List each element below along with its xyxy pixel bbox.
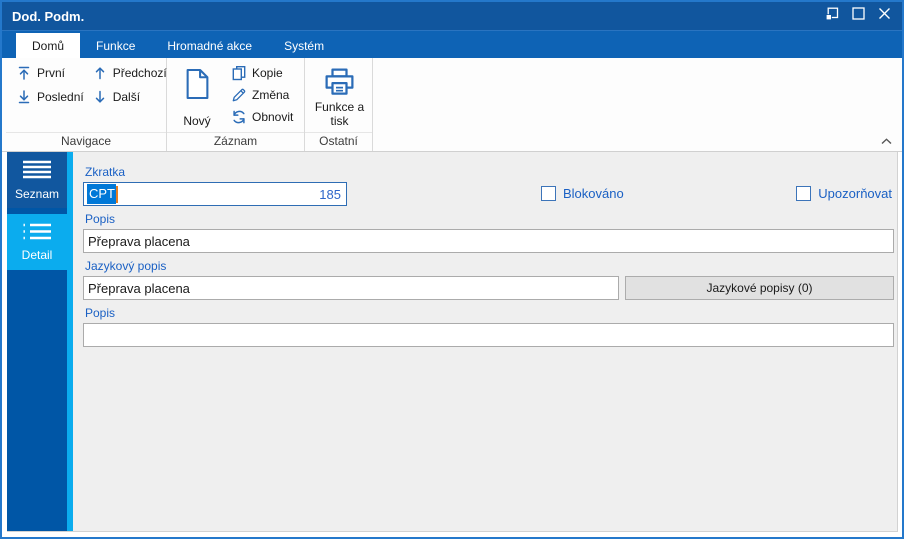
checkbox-box[interactable] xyxy=(541,186,556,201)
popis2-input[interactable] xyxy=(83,323,894,347)
checkbox-label: Upozorňovat xyxy=(818,186,892,201)
copy-record-button[interactable]: Kopie xyxy=(227,63,297,83)
next-record-button[interactable]: Další xyxy=(88,87,171,107)
popis-label: Popis xyxy=(85,212,116,226)
popis2-label: Popis xyxy=(85,306,116,320)
jazykove-popisy-button[interactable]: Jazykové popisy (0) xyxy=(625,276,894,300)
jazykovy-popis-label: Jazykový popis xyxy=(85,259,167,273)
arrow-bar-down-icon xyxy=(16,89,32,105)
sidebar-item-label: Seznam xyxy=(14,186,60,201)
zkratka-label: Zkratka xyxy=(85,165,126,179)
chevron-up-icon xyxy=(881,132,892,150)
list-icon xyxy=(22,160,52,182)
ribbon-button-label: Změna xyxy=(252,88,290,102)
tab-system[interactable]: Systém xyxy=(268,33,340,58)
first-record-button[interactable]: První xyxy=(12,63,88,83)
ribbon-button-label: Obnovit xyxy=(252,110,294,124)
ribbon-button-label: První xyxy=(37,66,66,80)
ribbon-button-label: Další xyxy=(112,90,141,104)
window-controls xyxy=(824,7,892,26)
view-sidebar: Seznam Detail xyxy=(7,152,67,531)
edit-record-button[interactable]: Změna xyxy=(227,85,297,105)
form-row-popis: Popis xyxy=(83,212,894,253)
ribbon-tabstrip: Domů Funkce Hromadné akce Systém xyxy=(2,30,902,58)
group-label-ostatni: Ostatní xyxy=(305,132,372,151)
ribbon-button-label: Nový xyxy=(183,114,211,129)
arrow-up-icon xyxy=(92,65,108,81)
detail-form: Zkratka CPT 185 Blokováno Upozorňovat Po… xyxy=(73,152,897,531)
collapse-ribbon-button[interactable] xyxy=(878,134,894,148)
tab-hromadne-akce[interactable]: Hromadné akce xyxy=(151,33,268,58)
printer-icon xyxy=(324,68,355,96)
arrow-bar-up-icon xyxy=(16,65,32,81)
zkratka-code: 185 xyxy=(319,186,341,202)
form-row-zkratka: Zkratka CPT 185 Blokováno Upozorňovat xyxy=(83,162,894,206)
ribbon-button-label: Funkce a tisk xyxy=(314,100,365,129)
text-caret xyxy=(116,185,118,203)
content-area: Seznam Detail Zkratka CPT 185 Blokováno … xyxy=(2,152,902,537)
close-button[interactable] xyxy=(876,8,892,24)
close-icon xyxy=(878,7,891,25)
new-document-icon xyxy=(184,68,211,100)
pencil-icon xyxy=(231,87,247,103)
ribbon-button-label: Kopie xyxy=(252,66,283,80)
titlebar: Dod. Podm. xyxy=(2,2,902,30)
checkbox-label: Blokováno xyxy=(563,186,624,201)
detail-list-icon xyxy=(22,223,52,243)
popis-input[interactable] xyxy=(83,229,894,253)
upozornovat-checkbox[interactable]: Upozorňovat xyxy=(796,186,892,201)
restore-button[interactable] xyxy=(824,7,840,26)
app-window: Dod. Podm. Domů Funkce Hromadné akce Sys… xyxy=(0,0,904,539)
blokovano-checkbox[interactable]: Blokováno xyxy=(541,186,624,201)
sidebar-item-seznam[interactable]: Seznam xyxy=(7,152,67,208)
checkbox-box[interactable] xyxy=(796,186,812,201)
refresh-button[interactable]: Obnovit xyxy=(227,107,297,127)
form-row-jazykovy-popis: Jazykový popis Jazykové popisy (0) xyxy=(83,259,894,300)
sidebar-item-detail[interactable]: Detail xyxy=(7,214,67,270)
refresh-icon xyxy=(231,109,247,125)
maximize-button[interactable] xyxy=(850,7,866,25)
ribbon: První Poslední Předchozí Další Navigace … xyxy=(2,58,902,152)
group-label-zaznam: Záznam xyxy=(167,132,304,151)
selected-text: CPT xyxy=(87,184,116,204)
ribbon-group-navigace: První Poslední Předchozí Další Navigace xyxy=(6,58,167,151)
ribbon-button-label: Poslední xyxy=(37,90,84,104)
tab-domu[interactable]: Domů xyxy=(16,33,81,58)
ribbon-button-label: Předchozí xyxy=(112,66,167,80)
tab-funkce[interactable]: Funkce xyxy=(80,33,151,58)
zkratka-input[interactable]: CPT 185 xyxy=(83,182,347,206)
previous-record-button[interactable]: Předchozí xyxy=(88,63,171,83)
ribbon-group-zaznam: Nový Kopie Změna Obnovit Záznam xyxy=(167,58,305,151)
jazykovy-popis-input[interactable] xyxy=(83,276,619,300)
last-record-button[interactable]: Poslední xyxy=(12,87,88,107)
content-frame: Seznam Detail Zkratka CPT 185 Blokováno … xyxy=(7,152,898,532)
new-record-button[interactable]: Nový xyxy=(173,63,221,132)
copy-icon xyxy=(231,65,247,81)
functions-print-button[interactable]: Funkce a tisk xyxy=(311,63,368,132)
restore-icon xyxy=(825,7,839,26)
form-row-popis2: Popis xyxy=(83,306,894,347)
maximize-icon xyxy=(851,7,865,25)
group-label-navigace: Navigace xyxy=(6,132,166,151)
window-title: Dod. Podm. xyxy=(12,8,85,24)
arrow-down-icon xyxy=(92,89,108,105)
ribbon-group-ostatni: Funkce a tisk Ostatní xyxy=(305,58,373,151)
sidebar-item-label: Detail xyxy=(21,247,53,262)
